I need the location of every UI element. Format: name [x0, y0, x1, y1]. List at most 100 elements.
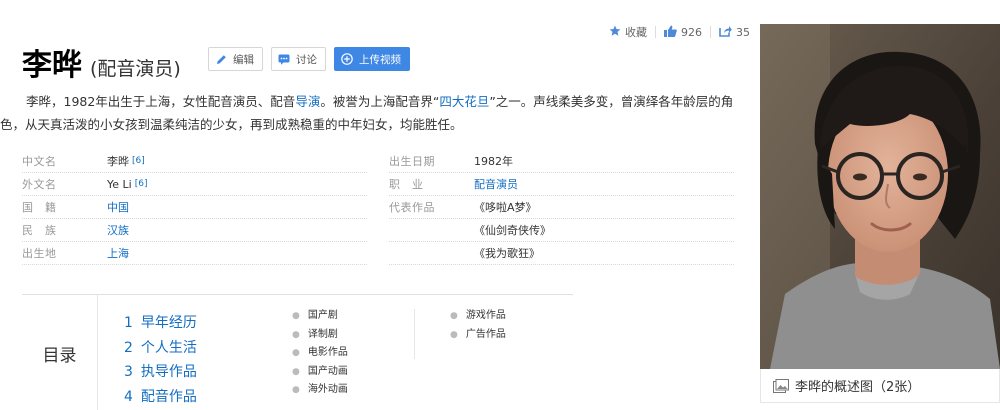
info-key: 出生日期 — [389, 155, 435, 168]
info-value-link[interactable]: 汉族 — [107, 222, 129, 238]
summary-text: 。被誉为上海配音界“ — [320, 94, 440, 109]
bullet-icon: ● — [292, 348, 300, 358]
info-row: 外文名 Ye Li [6] — [22, 173, 367, 196]
bullet-icon: ● — [450, 311, 458, 321]
toc-item-label: 执导作品 — [140, 364, 197, 380]
photo-caption[interactable]: 李晔的概述图（2张） — [760, 369, 1000, 403]
info-key: 国 籍 — [22, 201, 57, 214]
toc-subitem-label: 电影作品 — [307, 347, 348, 358]
info-value: 《哆啦A梦》 — [474, 201, 537, 214]
portrait-image — [760, 24, 1000, 369]
info-value: Ye Li — [107, 177, 132, 191]
star-icon[interactable] — [609, 25, 621, 40]
info-value-link[interactable]: 上海 — [107, 245, 129, 261]
info-row: 《我为歌狂》 — [389, 242, 734, 265]
title-actions: 编辑 讨论 上传视频 — [208, 47, 410, 71]
info-key: 外文名 — [22, 178, 57, 191]
toc-sub-list: ● 游戏作品 ● 广告作品 — [450, 307, 506, 344]
info-value-link[interactable]: 中国 — [107, 199, 129, 215]
basic-info-right: 出生日期 1982年 职 业 配音演员 代表作品 《哆啦A梦》 《仙剑奇侠传》 … — [389, 150, 734, 265]
info-row: 民 族 汉族 — [22, 219, 367, 242]
bullet-icon: ● — [292, 366, 300, 377]
bullet-icon: ● — [450, 329, 458, 340]
thumbs-up-icon[interactable] — [664, 25, 677, 40]
upload-video-button-label: 上传视频 — [359, 53, 401, 66]
toc-subitem-label: 海外动画 — [307, 384, 348, 395]
info-value: 《仙剑奇侠传》 — [474, 224, 551, 237]
toc-subitem[interactable]: ● 电影作品 — [292, 344, 348, 363]
info-value: 李晔 — [107, 155, 129, 168]
toc-subitem[interactable]: ● 译制剧 — [292, 326, 348, 345]
toc-item-number: 4 — [124, 388, 133, 405]
page-subtitle: (配音演员) — [90, 58, 181, 80]
summary-photo[interactable] — [760, 24, 1000, 369]
page-title: 李晔 — [22, 48, 82, 83]
share-icon[interactable] — [719, 25, 732, 40]
info-row: 职 业 配音演员 — [389, 173, 734, 196]
toc-subitem-label: 译制剧 — [307, 328, 338, 340]
lemma-summary: 李晔，1982年出生于上海，女性配音演员、配音导演。被誉为上海配音界“四大花旦”… — [0, 90, 745, 136]
toc-heading: 目录 — [22, 295, 98, 410]
info-row: 国 籍 中国 — [22, 196, 367, 219]
plus-circle-icon — [341, 53, 353, 65]
share-count[interactable]: 35 — [736, 26, 750, 39]
toc-divider — [414, 309, 415, 359]
edit-button[interactable]: 编辑 — [208, 47, 263, 71]
toc-subitem[interactable]: ● 海外动画 — [292, 381, 348, 400]
comment-icon — [278, 53, 290, 65]
toc-item[interactable]: 2 个人生活 — [124, 336, 197, 361]
bullet-icon: ● — [292, 311, 300, 321]
toc-item[interactable]: 1 早年经历 — [124, 311, 197, 336]
toc-subitem[interactable]: ● 国产剧 — [292, 307, 348, 326]
divider — [710, 26, 711, 38]
discuss-button-label: 讨论 — [296, 53, 317, 66]
info-row: 出生地 上海 — [22, 242, 367, 265]
toc-item-label: 配音作品 — [140, 388, 197, 405]
info-key: 出生地 — [22, 247, 57, 260]
table-of-contents: 目录 1 早年经历 2 个人生活 3 执导作品 4 配音作品 ● 国产剧 ● 译制剧 ● 电影… — [22, 294, 573, 410]
toc-subitem-label: 国产剧 — [307, 310, 338, 321]
toc-item-number: 3 — [124, 364, 133, 380]
toc-sub-list: ● 国产剧 ● 译制剧 ● 电影作品 ● 国产动画 ● 海外动画 — [292, 307, 348, 400]
discuss-button[interactable]: 讨论 — [271, 47, 326, 71]
info-key: 职 业 — [389, 178, 424, 191]
citation-ref[interactable]: [6] — [132, 156, 145, 166]
toc-subitem[interactable]: ● 游戏作品 — [450, 307, 506, 326]
stats-bar: 收藏 926 35 — [609, 24, 750, 40]
basic-info-left: 中文名 李晔 [6] 外文名 Ye Li [6] 国 籍 中国 民 族 汉族 出… — [22, 150, 367, 265]
toc-subitem[interactable]: ● 国产动画 — [292, 363, 348, 382]
image-gallery-icon — [773, 378, 789, 393]
toc-subitem[interactable]: ● 广告作品 — [450, 326, 506, 345]
pencil-icon — [215, 53, 227, 65]
toc-item-label: 早年经历 — [140, 315, 197, 331]
toc-subitem-label: 国产动画 — [307, 365, 348, 377]
edit-button-label: 编辑 — [233, 53, 254, 66]
like-count[interactable]: 926 — [681, 26, 702, 39]
favorite-button[interactable]: 收藏 — [625, 24, 647, 40]
info-row: 《仙剑奇侠传》 — [389, 219, 734, 242]
bullet-icon: ● — [292, 385, 300, 395]
info-value-link[interactable]: 配音演员 — [474, 176, 518, 192]
page-title-row: 李晔 (配音演员) — [22, 40, 181, 84]
toc-item-number: 1 — [124, 315, 133, 331]
toc-main-list: 1 早年经历 2 个人生活 3 执导作品 4 配音作品 — [124, 311, 197, 409]
upload-video-button[interactable]: 上传视频 — [334, 47, 410, 71]
toc-item[interactable]: 3 执导作品 — [124, 360, 197, 385]
toc-subitem-label: 广告作品 — [465, 328, 506, 340]
photo-caption-text: 李晔的概述图（2张） — [795, 380, 921, 395]
info-key: 代表作品 — [389, 201, 435, 214]
info-row: 中文名 李晔 [6] — [22, 150, 367, 173]
toc-item-number: 2 — [124, 339, 133, 356]
bullet-icon: ● — [292, 329, 300, 340]
link-director[interactable]: 导演 — [295, 94, 320, 109]
info-key: 民 族 — [22, 224, 57, 237]
link-four-huadan[interactable]: 四大花旦 — [439, 94, 489, 109]
info-key: 中文名 — [22, 155, 57, 168]
info-value: 1982年 — [474, 155, 513, 168]
divider — [655, 26, 656, 38]
summary-text: 李晔，1982年出生于上海，女性配音演员、配音 — [26, 94, 296, 109]
toc-subitem-label: 游戏作品 — [465, 310, 506, 321]
toc-item-label: 个人生活 — [140, 339, 197, 356]
citation-ref[interactable]: [6] — [135, 179, 148, 189]
toc-item[interactable]: 4 配音作品 — [124, 385, 197, 410]
